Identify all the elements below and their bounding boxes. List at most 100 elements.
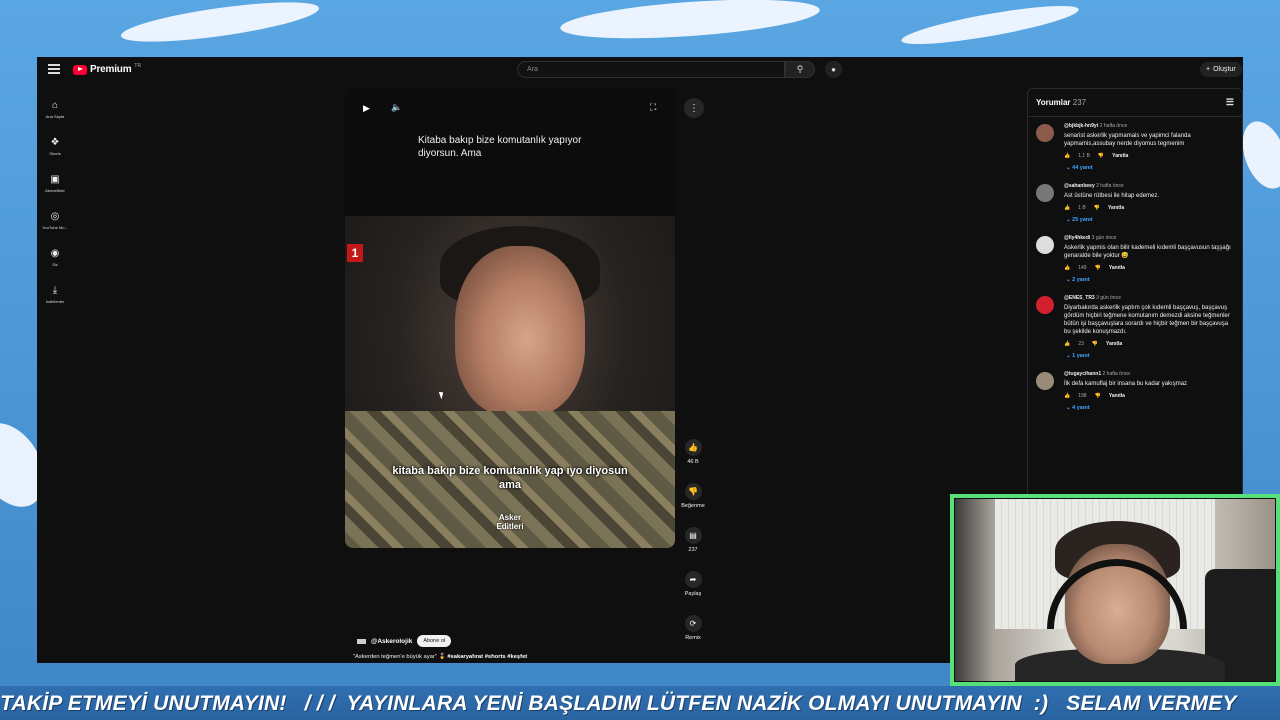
- avatar[interactable]: [1036, 184, 1054, 202]
- comment-author[interactable]: @bjkbjk-hn9yt: [1064, 123, 1098, 129]
- shorts-icon: ❖: [50, 136, 60, 148]
- sidebar-item-label: Abonelikler: [45, 187, 65, 193]
- replies-toggle[interactable]: ⌄ 2 yanıt: [1066, 277, 1236, 283]
- thumbs-up-icon[interactable]: 👍: [1064, 341, 1070, 347]
- replies-count: 25 yanıt: [1072, 217, 1093, 223]
- reply-button[interactable]: Yanıtla: [1108, 205, 1124, 211]
- thumbs-up-icon[interactable]: 👍: [1064, 265, 1070, 271]
- share-label: Paylaş: [684, 591, 702, 597]
- voice-search-button[interactable]: ●: [825, 61, 842, 78]
- subscribe-button[interactable]: Abone ol: [417, 635, 452, 647]
- description-hashtags[interactable]: #sakaryafırat #shorts #keşfet: [447, 654, 527, 660]
- sidebar-item-subscriptions[interactable]: ▣ Abonelikler: [37, 165, 73, 202]
- comment-item: @ENES_TR3 3 gün önce Diyarbakırda askerl…: [1028, 289, 1242, 359]
- comments-button[interactable]: ▤: [684, 527, 702, 544]
- fullscreen-icon[interactable]: ⛶: [650, 102, 656, 113]
- microphone-icon: ●: [831, 65, 836, 74]
- sidebar-item-downloads[interactable]: ⤓ İndirilenler: [37, 276, 73, 313]
- comment-icon: ▤: [689, 531, 697, 540]
- sidebar-item-home[interactable]: ⌂ Ana Sayfa: [37, 91, 73, 128]
- youtube-music-icon: ◎: [50, 210, 60, 222]
- comment-likes: 1,1 B: [1078, 153, 1090, 159]
- comment-author[interactable]: @lly4hkedi: [1064, 235, 1090, 241]
- player-caption-area: ▶ 🔈 ⛶ Kitaba bakıp bize komutanlık yapıy…: [345, 88, 675, 216]
- replies-toggle[interactable]: ⌄ 4 yanıt: [1066, 405, 1236, 411]
- comment-text: Ast üstüne rütbesi ile hitap edemez.: [1064, 193, 1160, 199]
- user-icon: ◉: [50, 247, 60, 259]
- reply-button[interactable]: Yanıtla: [1112, 153, 1128, 159]
- thumbs-down-icon[interactable]: 👎: [1092, 341, 1098, 347]
- comment-time: 3 gün önce: [1091, 235, 1117, 241]
- comment-text: senarist askerlik yapmamais ve yapimci f…: [1064, 133, 1191, 147]
- share-button[interactable]: ➦: [684, 571, 702, 588]
- more-vert-icon: ⋮: [689, 102, 699, 114]
- like-button[interactable]: 👍: [684, 439, 702, 456]
- thumbs-down-icon: 👎: [688, 487, 698, 496]
- replies-toggle[interactable]: ⌄ 25 yanıt: [1066, 217, 1236, 223]
- comment-item: @bjkbjk-hn9yt 2 hafta önce senarist aske…: [1028, 117, 1242, 171]
- comment-item: @tugaycihann1 2 hafta önce İlk defa kamu…: [1028, 365, 1242, 411]
- reply-button[interactable]: Yanıtla: [1106, 341, 1122, 347]
- sidebar-item-label: Siz: [52, 261, 58, 267]
- reply-button[interactable]: Yanıtla: [1109, 393, 1125, 399]
- comment-likes: 1 B: [1078, 205, 1086, 211]
- thumbs-up-icon[interactable]: 👍: [1064, 153, 1070, 159]
- download-icon: ⤓: [52, 284, 58, 296]
- comment-author[interactable]: @ENES_TR3: [1064, 295, 1095, 301]
- sidebar-item-label: Ana Sayfa: [45, 113, 65, 119]
- comment-author[interactable]: @tugaycihann1: [1064, 371, 1101, 377]
- shorts-player[interactable]: ▶ 🔈 ⛶ Kitaba bakıp bize komutanlık yapıy…: [345, 88, 675, 548]
- dislike-action: 👎 Beğenme: [680, 483, 706, 509]
- thumbs-down-icon[interactable]: 👎: [1094, 205, 1100, 211]
- thumbs-down-icon[interactable]: 👎: [1095, 393, 1101, 399]
- avatar[interactable]: [1036, 124, 1054, 142]
- sidebar-item-you[interactable]: ◉ Siz: [37, 239, 73, 276]
- dislike-button[interactable]: 👎: [684, 483, 702, 500]
- comment-time: 2 hafta önce: [1102, 371, 1131, 377]
- sidebar-item-youtube-music[interactable]: ◎ YouTube Mu...: [37, 202, 73, 239]
- menu-icon[interactable]: [48, 64, 60, 74]
- sidebar-item-shorts[interactable]: ❖ Shorts: [37, 128, 73, 165]
- short-info: @Askerolojik Abone ol "Askerden teğmen'e…: [345, 548, 675, 663]
- video-frame[interactable]: 1 kitaba bakıp bize komutanlık yap ıyo d…: [345, 216, 675, 548]
- sidebar: ⌂ Ana Sayfa ❖ Shorts ▣ Abonelikler ◎ You…: [37, 91, 73, 313]
- thumbs-down-icon[interactable]: 👎: [1095, 265, 1101, 271]
- replies-toggle[interactable]: ⌄ 44 yanıt: [1066, 165, 1236, 171]
- video-watermark: Asker Editleri: [496, 513, 524, 531]
- play-icon[interactable]: ▶: [363, 103, 370, 114]
- comment-item: @sahanbeey 2 hafta önce Ast üstüne rütbe…: [1028, 177, 1242, 223]
- reply-button[interactable]: Yanıtla: [1109, 265, 1125, 271]
- avatar[interactable]: [1036, 372, 1054, 390]
- remix-button[interactable]: ⟳: [684, 615, 702, 632]
- replies-toggle[interactable]: ⌄ 1 yanıt: [1066, 353, 1236, 359]
- thumbs-down-icon[interactable]: 👎: [1098, 153, 1104, 159]
- avatar[interactable]: [1036, 236, 1054, 254]
- webcam-feed: [954, 498, 1276, 682]
- top-caption: Kitaba bakıp bize komutanlık yapıyor diy…: [418, 135, 582, 159]
- like-count: 46 B: [687, 459, 699, 465]
- dislike-label: Beğenme: [681, 503, 705, 509]
- replies-count: 1 yanıt: [1072, 353, 1090, 359]
- create-button[interactable]: + Oluştur: [1200, 62, 1242, 77]
- remix-label: Remix: [685, 635, 701, 641]
- search-button[interactable]: ⚲: [785, 61, 815, 78]
- search-input[interactable]: Ara: [517, 61, 785, 78]
- channel-avatar[interactable]: [357, 638, 366, 644]
- sort-icon[interactable]: ☰: [1226, 97, 1234, 108]
- replies-count: 44 yanıt: [1072, 165, 1093, 171]
- more-options-button[interactable]: ⋮: [684, 98, 704, 118]
- volume-icon[interactable]: 🔈: [391, 102, 402, 113]
- thumbs-up-icon[interactable]: 👍: [1064, 393, 1070, 399]
- comments-count: 237: [1072, 98, 1087, 107]
- comment-likes: 149: [1078, 265, 1087, 271]
- comment-action: ▤ 237: [680, 527, 706, 553]
- avatar[interactable]: [1036, 296, 1054, 314]
- youtube-logo[interactable]: Premium TR: [73, 63, 141, 75]
- channel-name[interactable]: @Askerolojik: [371, 638, 412, 645]
- sidebar-item-label: Shorts: [49, 150, 61, 156]
- stream-ticker: TAKİP ETMEYİ UNUTMAYIN! / / / YAYINLARA …: [0, 686, 1280, 720]
- ticker-text: TAKİP ETMEYİ UNUTMAYIN! / / / YAYINLARA …: [0, 692, 1237, 715]
- comment-author[interactable]: @sahanbeey: [1064, 183, 1095, 189]
- thumbs-up-icon[interactable]: 👍: [1064, 205, 1070, 211]
- comment-time: 2 hafta önce: [1099, 123, 1128, 129]
